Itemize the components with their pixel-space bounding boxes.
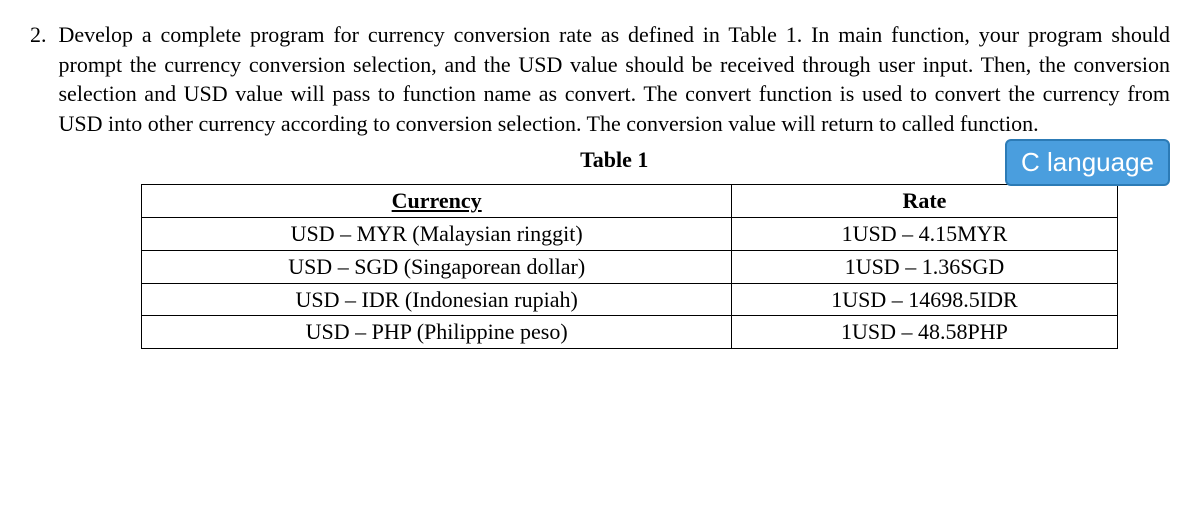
table-header-row: Currency Rate [141, 185, 1117, 218]
cell-rate: 1USD – 14698.5IDR [732, 283, 1117, 316]
question-text: Develop a complete program for currency … [59, 22, 1171, 136]
table-wrap: Currency Rate USD – MYR (Malaysian ringg… [59, 184, 1171, 348]
header-currency: Currency [141, 185, 731, 218]
header-rate: Rate [732, 185, 1117, 218]
table-row: USD – SGD (Singaporean dollar) 1USD – 1.… [141, 250, 1117, 283]
conversion-rate-table: Currency Rate USD – MYR (Malaysian ringg… [141, 184, 1118, 348]
table-row: USD – IDR (Indonesian rupiah) 1USD – 146… [141, 283, 1117, 316]
table-row: USD – MYR (Malaysian ringgit) 1USD – 4.1… [141, 218, 1117, 251]
cell-currency: USD – IDR (Indonesian rupiah) [141, 283, 731, 316]
table-row: USD – PHP (Philippine peso) 1USD – 48.58… [141, 316, 1117, 349]
cell-rate: 1USD – 4.15MYR [732, 218, 1117, 251]
cell-currency: USD – PHP (Philippine peso) [141, 316, 731, 349]
table-title-row: Table 1 C language [59, 145, 1171, 175]
header-rate-text: Rate [902, 188, 946, 213]
language-badge: C language [1005, 139, 1170, 186]
table-caption: Table 1 [580, 145, 648, 175]
cell-currency: USD – SGD (Singaporean dollar) [141, 250, 731, 283]
question-block: 2. Develop a complete program for curren… [30, 20, 1170, 349]
question-body: Develop a complete program for currency … [59, 20, 1171, 349]
question-number: 2. [30, 20, 47, 349]
cell-rate: 1USD – 48.58PHP [732, 316, 1117, 349]
cell-rate: 1USD – 1.36SGD [732, 250, 1117, 283]
cell-currency: USD – MYR (Malaysian ringgit) [141, 218, 731, 251]
